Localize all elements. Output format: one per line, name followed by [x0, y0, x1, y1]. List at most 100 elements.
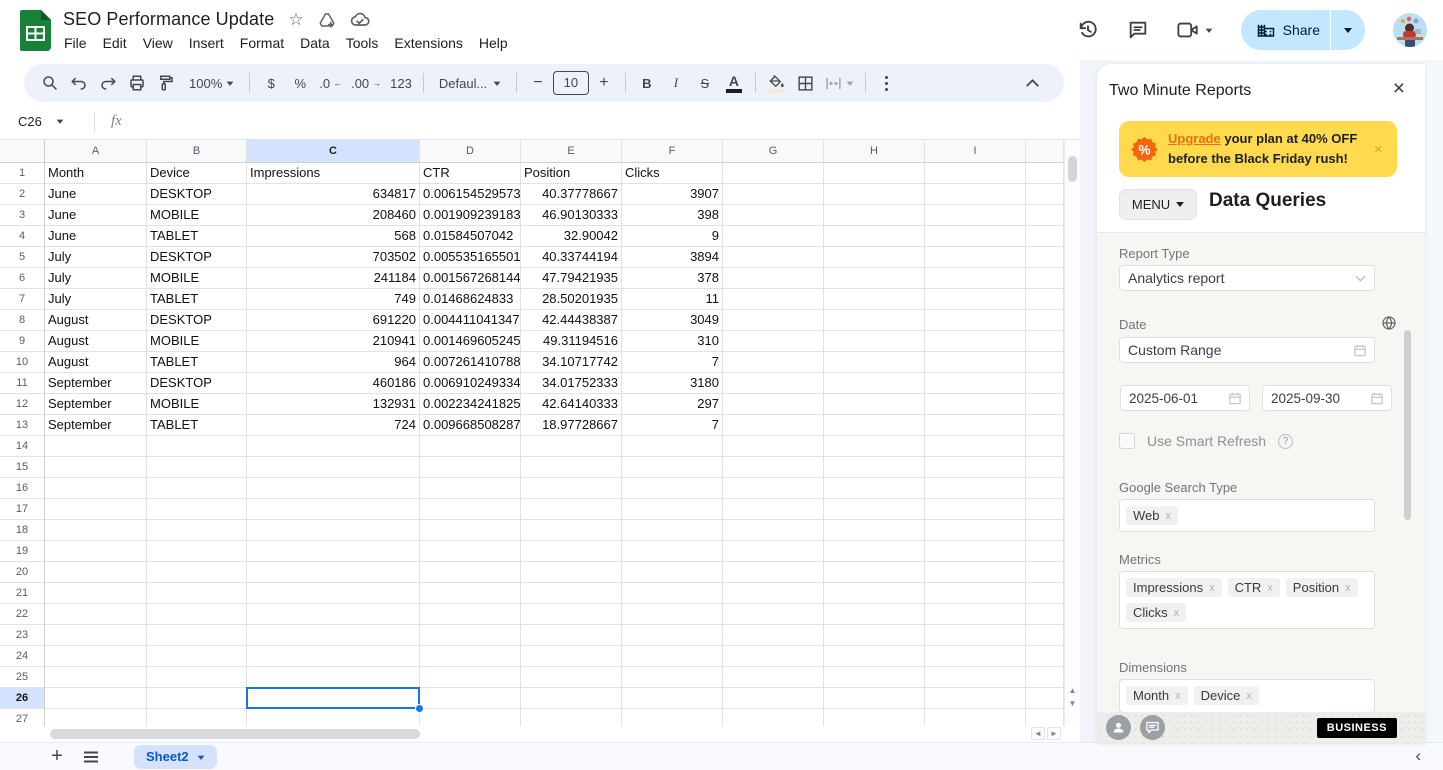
grid-cell[interactable]: July: [45, 268, 147, 289]
grid-cell[interactable]: 0.007261410788: [420, 352, 521, 373]
grid-cell[interactable]: [824, 205, 925, 226]
grid-cell[interactable]: [1026, 226, 1064, 247]
more-options-icon[interactable]: [873, 69, 901, 97]
grid-cell[interactable]: September: [45, 415, 147, 436]
grid-cell[interactable]: [925, 478, 1026, 499]
grid-cell[interactable]: [1026, 667, 1064, 688]
column-header-C[interactable]: C: [247, 140, 420, 163]
grid-cell[interactable]: 132931: [247, 394, 420, 415]
grid-cell[interactable]: 34.10717742: [521, 352, 622, 373]
paint-format-icon[interactable]: [152, 69, 180, 97]
vertical-scrollbar[interactable]: ▲ ▼: [1064, 140, 1080, 726]
grid-cell[interactable]: June: [45, 205, 147, 226]
grid-cell[interactable]: July: [45, 289, 147, 310]
meet-video-icon[interactable]: [1177, 21, 1213, 39]
grid-cell[interactable]: [45, 646, 147, 667]
row-header-2[interactable]: 2: [0, 184, 45, 205]
grid-cell[interactable]: [925, 646, 1026, 667]
grid-cell[interactable]: TABLET: [147, 289, 247, 310]
grid-cell[interactable]: [521, 667, 622, 688]
grid-cell[interactable]: [723, 478, 824, 499]
row-header-16[interactable]: 16: [0, 478, 45, 499]
row-header-12[interactable]: 12: [0, 394, 45, 415]
tag-device[interactable]: Devicex: [1194, 686, 1259, 705]
grid-cell[interactable]: [622, 625, 723, 646]
grid-cell[interactable]: [723, 352, 824, 373]
zoom-select[interactable]: 100%: [181, 69, 242, 97]
grid-cell[interactable]: [723, 709, 824, 726]
grid-cell[interactable]: [824, 688, 925, 709]
grid-cell[interactable]: [45, 583, 147, 604]
grid-cell[interactable]: [45, 688, 147, 709]
collapse-toolbar-icon[interactable]: [1018, 69, 1046, 97]
grid-cell[interactable]: [1026, 646, 1064, 667]
report-type-select[interactable]: Analytics report: [1119, 265, 1375, 291]
grid-cell[interactable]: [247, 541, 420, 562]
remove-tag-icon[interactable]: x: [1246, 690, 1252, 702]
grid-cell[interactable]: [925, 520, 1026, 541]
redo-icon[interactable]: [94, 69, 122, 97]
grid-cell[interactable]: [521, 709, 622, 726]
scroll-down-arrow[interactable]: ▼: [1067, 698, 1078, 709]
grid-cell[interactable]: [824, 709, 925, 726]
column-header-partial[interactable]: [1026, 140, 1064, 163]
grid-cell[interactable]: [247, 499, 420, 520]
date-range-select[interactable]: Custom Range: [1119, 337, 1375, 363]
sheet-tab-active[interactable]: Sheet2: [134, 745, 217, 769]
grid-cell[interactable]: [723, 184, 824, 205]
row-header-23[interactable]: 23: [0, 625, 45, 646]
grid-cell[interactable]: [723, 520, 824, 541]
grid-cell[interactable]: 0.009668508287: [420, 415, 521, 436]
grid-cell[interactable]: [622, 646, 723, 667]
grid-cell[interactable]: [824, 331, 925, 352]
menu-tools[interactable]: Tools: [338, 33, 387, 53]
grid-cell[interactable]: [147, 478, 247, 499]
grid-cell[interactable]: [824, 226, 925, 247]
grid-cell[interactable]: 28.50201935: [521, 289, 622, 310]
grid-cell[interactable]: [925, 583, 1026, 604]
grid-cell[interactable]: [925, 247, 1026, 268]
text-color-button[interactable]: A: [720, 69, 748, 97]
grid-cell[interactable]: [925, 604, 1026, 625]
grid-cell[interactable]: [925, 163, 1026, 184]
meet-dropdown-arrow[interactable]: [1205, 28, 1212, 36]
grid-cell[interactable]: 11: [622, 289, 723, 310]
grid-cell[interactable]: [1026, 205, 1064, 226]
grid-cell[interactable]: [45, 478, 147, 499]
grid-cell[interactable]: [925, 184, 1026, 205]
grid-cell[interactable]: [1026, 625, 1064, 646]
grid-cell[interactable]: [925, 688, 1026, 709]
grid-cell[interactable]: [824, 625, 925, 646]
grid-cell[interactable]: [247, 583, 420, 604]
tag-clicks[interactable]: Clicksx: [1126, 603, 1186, 622]
merge-cells-button[interactable]: [821, 69, 858, 97]
grid-cell[interactable]: DESKTOP: [147, 184, 247, 205]
grid-cell[interactable]: 7: [622, 415, 723, 436]
grid-cell[interactable]: [824, 184, 925, 205]
grid-cell[interactable]: DESKTOP: [147, 310, 247, 331]
grid-cell[interactable]: [723, 247, 824, 268]
tag-web[interactable]: Webx: [1126, 506, 1178, 525]
grid-cell[interactable]: Device: [147, 163, 247, 184]
grid-cell[interactable]: 208460: [247, 205, 420, 226]
grid-cell[interactable]: [723, 163, 824, 184]
grid-cell[interactable]: 40.37778667: [521, 184, 622, 205]
smart-refresh-checkbox[interactable]: [1119, 433, 1135, 449]
grid-cell[interactable]: September: [45, 394, 147, 415]
grid-cell[interactable]: [622, 478, 723, 499]
grid-cell[interactable]: [1026, 373, 1064, 394]
grid-cell[interactable]: 0.002234241825: [420, 394, 521, 415]
grid-cell[interactable]: August: [45, 331, 147, 352]
grid-cell[interactable]: September: [45, 373, 147, 394]
grid-cell[interactable]: [824, 268, 925, 289]
grid-cell[interactable]: DESKTOP: [147, 247, 247, 268]
grid-cell[interactable]: [925, 499, 1026, 520]
start-date-input[interactable]: 2025-06-01: [1120, 385, 1250, 411]
grid-cell[interactable]: [521, 646, 622, 667]
grid-cell[interactable]: 297: [622, 394, 723, 415]
column-header-E[interactable]: E: [521, 140, 622, 163]
grid-cell[interactable]: 40.33744194: [521, 247, 622, 268]
grid-cell[interactable]: [420, 520, 521, 541]
italic-button[interactable]: I: [662, 69, 690, 97]
grid-cell[interactable]: [723, 268, 824, 289]
